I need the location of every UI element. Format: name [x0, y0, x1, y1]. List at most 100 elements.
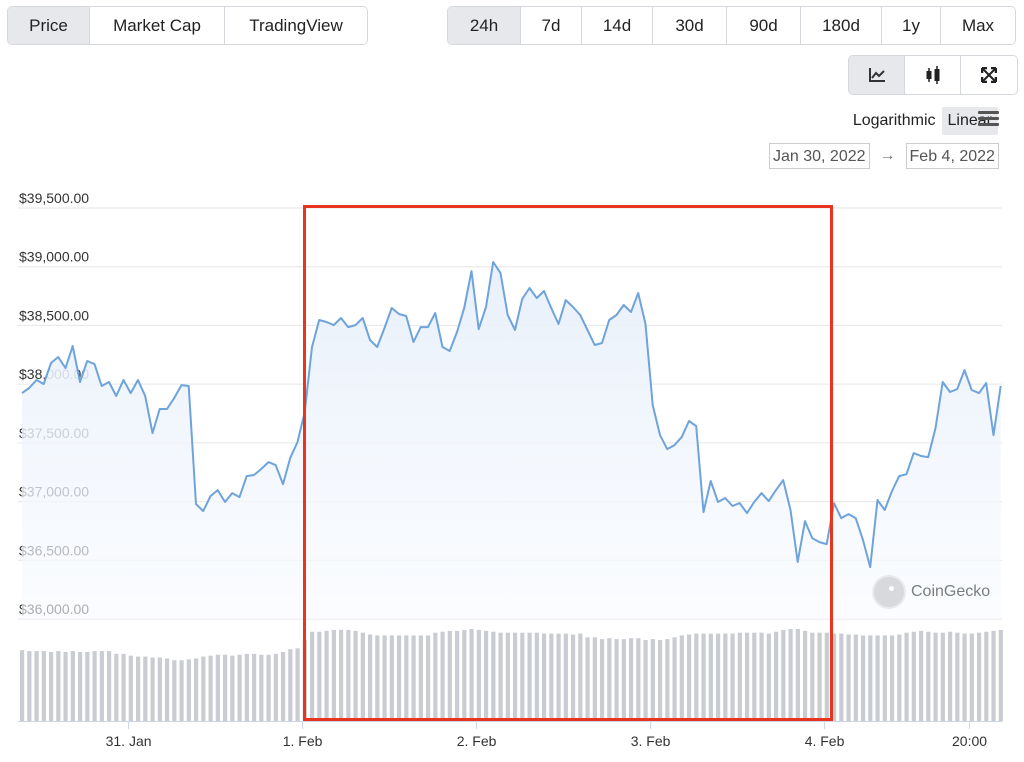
date-to-input[interactable]: Feb 4, 2022 [905, 143, 999, 169]
volume-bar [998, 629, 1003, 721]
volume-bar [976, 632, 982, 721]
volume-bar [418, 635, 423, 721]
chart-tab-group: Price Market Cap TradingView [7, 6, 368, 45]
chart-type-group [848, 55, 1018, 95]
volume-bar [578, 633, 583, 721]
y-tick-label: $38,500.00 [19, 307, 89, 323]
x-tick-label: 31. Jan [106, 733, 152, 749]
volume-bar [447, 630, 452, 721]
volume-bar [650, 639, 655, 721]
volume-bar [947, 631, 953, 721]
volume-bar [324, 630, 329, 721]
y-tick-label: $39,000.00 [19, 249, 89, 265]
volume-bar [672, 637, 677, 721]
volume-bar [99, 651, 104, 721]
volume-bar [186, 659, 191, 721]
volume-bar [280, 652, 286, 721]
range-180d[interactable]: 180d [801, 7, 882, 44]
range-14d[interactable]: 14d [582, 7, 653, 44]
volume-bar [382, 635, 387, 721]
fullscreen-button[interactable] [961, 56, 1017, 94]
volume-bar [215, 654, 220, 721]
watermark-text: CoinGecko [911, 583, 991, 600]
volume-bar [63, 652, 68, 721]
range-7d[interactable]: 7d [521, 7, 582, 44]
volume-bar [984, 631, 989, 721]
volume-bar [860, 635, 866, 721]
volume-bar [157, 657, 162, 721]
range-1y[interactable]: 1y [882, 7, 941, 44]
tab-tradingview[interactable]: TradingView [225, 7, 367, 44]
menu-icon[interactable] [978, 111, 999, 127]
volume-bar [317, 631, 322, 721]
volume-bar [360, 632, 365, 721]
volume-bar [781, 629, 786, 721]
x-axis: 31. Jan 1. Feb 2. Feb 3. Feb 4. Feb 20:00 [18, 721, 1002, 749]
volume-bar [701, 633, 706, 721]
price-chart[interactable]: $39,500.00$39,000.00$38,500.00$38,000.00… [0, 180, 1024, 762]
range-30d[interactable]: 30d [653, 7, 727, 44]
tab-price[interactable]: Price [8, 7, 90, 44]
volume-bars [20, 629, 1003, 721]
volume-bar [839, 633, 844, 721]
volume-bar [505, 632, 510, 721]
x-tick-label: 2. Feb [457, 733, 497, 749]
candlestick-button[interactable] [905, 56, 961, 94]
volume-bar [498, 632, 503, 721]
volume-bar [56, 651, 61, 721]
volume-bar [106, 651, 112, 721]
volume-bar [433, 632, 438, 721]
volume-bar [723, 633, 728, 721]
x-tick-label: 4. Feb [805, 733, 845, 749]
volume-bar [766, 633, 771, 721]
volume-bar [121, 653, 126, 721]
volume-bar [955, 632, 960, 721]
volume-bar [302, 640, 307, 721]
volume-bar [563, 633, 568, 721]
volume-bar [810, 632, 815, 721]
x-tick-label: 20:00 [952, 733, 987, 749]
volume-bar [222, 654, 228, 721]
candlestick-icon [926, 66, 939, 84]
x-tick-label: 3. Feb [631, 733, 671, 749]
volume-bar [404, 635, 409, 721]
volume-bar [918, 630, 924, 721]
line-chart-button[interactable] [849, 56, 905, 94]
volume-bar [512, 632, 518, 721]
volume-bar [621, 639, 626, 721]
volume-bar [592, 637, 597, 721]
range-max[interactable]: Max [941, 7, 1015, 44]
time-range-group: 24h 7d 14d 30d 90d 180d 1y Max [447, 6, 1016, 45]
volume-bar [636, 638, 641, 721]
volume-bar [338, 629, 344, 721]
date-range: Jan 30, 2022 → Feb 4, 2022 [769, 143, 999, 169]
volume-bar [128, 655, 133, 721]
volume-bar [266, 654, 271, 721]
fullscreen-icon [981, 67, 997, 83]
range-24h[interactable]: 24h [448, 7, 521, 44]
date-from-input[interactable]: Jan 30, 2022 [769, 143, 870, 169]
volume-bar [367, 634, 373, 721]
volume-bar [962, 633, 967, 721]
volume-bar [831, 633, 837, 721]
volume-bar [549, 633, 554, 721]
volume-bar [868, 635, 873, 721]
volume-bar [940, 632, 945, 721]
tab-market-cap[interactable]: Market Cap [90, 7, 225, 44]
volume-bar [824, 632, 829, 721]
volume-bar [331, 629, 336, 721]
volume-bar [534, 632, 539, 721]
volume-bar [27, 651, 32, 721]
volume-bar [853, 634, 858, 721]
scale-logarithmic[interactable]: Logarithmic [847, 107, 942, 135]
volume-bar [288, 649, 293, 721]
volume-bar [440, 631, 445, 721]
volume-bar [657, 640, 663, 721]
x-tick-label: 1. Feb [283, 733, 323, 749]
volume-bar [694, 633, 699, 721]
range-90d[interactable]: 90d [727, 7, 801, 44]
volume-bar [926, 631, 931, 721]
volume-bar [462, 629, 467, 721]
volume-bar [889, 635, 895, 721]
volume-bar [34, 651, 39, 721]
